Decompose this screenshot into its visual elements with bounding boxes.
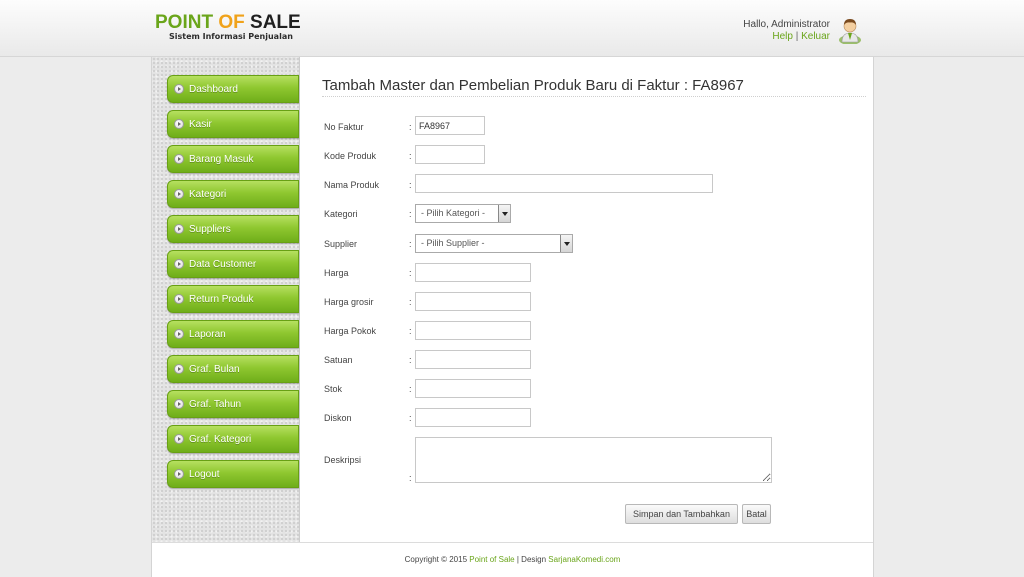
- page-footer: Copyright © 2015 Point of Sale | Design …: [152, 542, 873, 577]
- sidebar: Dashboard Kasir Barang Masuk Kategori Su…: [152, 57, 300, 542]
- field-colon: :: [409, 209, 412, 219]
- sidebar-item-barang-masuk[interactable]: Barang Masuk: [167, 145, 299, 173]
- deskripsi-textarea[interactable]: [415, 437, 772, 483]
- sidebar-item-label: Kasir: [189, 119, 212, 130]
- harga-grosir-label: Harga grosir: [324, 297, 374, 307]
- user-links-separator: |: [795, 31, 799, 42]
- field-colon: :: [409, 384, 412, 394]
- sidebar-item-return-produk[interactable]: Return Produk: [167, 285, 299, 313]
- kategori-select[interactable]: - Pilih Kategori -: [415, 204, 511, 223]
- sidebar-item-label: Dashboard: [189, 84, 238, 95]
- sidebar-item-label: Barang Masuk: [189, 154, 254, 165]
- main-container: Dashboard Kasir Barang Masuk Kategori Su…: [151, 57, 874, 577]
- satuan-label: Satuan: [324, 355, 353, 365]
- field-colon: :: [409, 122, 412, 132]
- save-and-add-button[interactable]: Simpan dan Tambahkan: [625, 504, 738, 524]
- sidebar-item-kasir[interactable]: Kasir: [167, 110, 299, 138]
- arrow-bullet-icon: [174, 119, 184, 129]
- arrow-bullet-icon: [174, 189, 184, 199]
- sidebar-item-label: Laporan: [189, 329, 226, 340]
- arrow-bullet-icon: [174, 399, 184, 409]
- kode-produk-label: Kode Produk: [324, 151, 377, 161]
- cancel-button[interactable]: Batal: [742, 504, 771, 524]
- sidebar-item-graf-bulan[interactable]: Graf. Bulan: [167, 355, 299, 383]
- sidebar-item-label: Return Produk: [189, 294, 254, 305]
- arrow-bullet-icon: [174, 259, 184, 269]
- sidebar-item-graf-kategori[interactable]: Graf. Kategori: [167, 425, 299, 453]
- sidebar-item-kategori[interactable]: Kategori: [167, 180, 299, 208]
- kategori-label: Kategori: [324, 209, 358, 219]
- sidebar-item-dashboard[interactable]: Dashboard: [167, 75, 299, 103]
- logout-link[interactable]: Keluar: [801, 31, 830, 42]
- kode-produk-field[interactable]: [415, 145, 485, 164]
- logo-word-of: OF: [218, 12, 245, 33]
- diskon-field[interactable]: [415, 408, 531, 427]
- arrow-bullet-icon: [174, 434, 184, 444]
- sidebar-item-label: Logout: [189, 469, 220, 480]
- field-colon: :: [409, 413, 412, 423]
- sidebar-item-data-customer[interactable]: Data Customer: [167, 250, 299, 278]
- arrow-bullet-icon: [174, 469, 184, 479]
- user-avatar-icon: [839, 19, 861, 44]
- arrow-bullet-icon: [174, 364, 184, 374]
- deskripsi-label: Deskripsi: [324, 455, 362, 465]
- sidebar-item-label: Suppliers: [189, 224, 231, 235]
- footer-copyright: Copyright © 2015: [404, 555, 468, 564]
- harga-label: Harga: [324, 268, 349, 278]
- footer-app-link[interactable]: Point of Sale: [469, 555, 514, 564]
- sidebar-item-suppliers[interactable]: Suppliers: [167, 215, 299, 243]
- field-colon: :: [409, 355, 412, 365]
- nama-produk-label: Nama Produk: [324, 180, 380, 190]
- chevron-down-icon: [498, 205, 510, 222]
- stok-label: Stok: [324, 384, 343, 394]
- footer-designer-link[interactable]: SarjanaKomedi.com: [548, 555, 620, 564]
- user-greeting: Hallo, Administrator: [743, 19, 830, 30]
- logo-word-point: POINT: [155, 12, 214, 33]
- field-colon: :: [409, 239, 412, 249]
- harga-pokok-field[interactable]: [415, 321, 531, 340]
- harga-field[interactable]: [415, 263, 531, 282]
- sidebar-item-logout[interactable]: Logout: [167, 460, 299, 488]
- field-colon: :: [409, 473, 412, 483]
- harga-pokok-label: Harga Pokok: [324, 326, 377, 336]
- sidebar-item-graf-tahun[interactable]: Graf. Tahun: [167, 390, 299, 418]
- arrow-bullet-icon: [174, 294, 184, 304]
- supplier-select[interactable]: - Pilih Supplier -: [415, 234, 573, 253]
- sidebar-item-label: Data Customer: [189, 259, 257, 270]
- sidebar-item-label: Graf. Bulan: [189, 364, 240, 375]
- top-header: POINT OF SALE Sistem Informasi Penjualan…: [0, 0, 1024, 57]
- sidebar-item-label: Kategori: [189, 189, 227, 200]
- stok-field[interactable]: [415, 379, 531, 398]
- footer-design-text: | Design: [516, 555, 547, 564]
- field-colon: :: [409, 297, 412, 307]
- field-colon: :: [409, 151, 412, 161]
- no-faktur-field[interactable]: [415, 116, 485, 135]
- kategori-selected-value: - Pilih Kategori -: [421, 208, 486, 218]
- field-colon: :: [409, 180, 412, 190]
- sidebar-item-label: Graf. Tahun: [189, 399, 242, 410]
- no-faktur-label: No Faktur: [324, 122, 364, 132]
- app-logo[interactable]: POINT OF SALE: [155, 13, 301, 33]
- arrow-bullet-icon: [174, 224, 184, 234]
- chevron-down-icon: [560, 235, 572, 252]
- supplier-label: Supplier: [324, 239, 358, 249]
- harga-grosir-field[interactable]: [415, 292, 531, 311]
- app-subtitle: Sistem Informasi Penjualan: [169, 32, 293, 41]
- page-title: Tambah Master dan Pembelian Produk Baru …: [322, 77, 866, 97]
- field-colon: :: [409, 326, 412, 336]
- user-links: Help | Keluar: [772, 31, 830, 42]
- sidebar-item-label: Graf. Kategori: [189, 434, 252, 445]
- satuan-field[interactable]: [415, 350, 531, 369]
- arrow-bullet-icon: [174, 329, 184, 339]
- arrow-bullet-icon: [174, 154, 184, 164]
- logo-word-sale: SALE: [250, 12, 301, 33]
- sidebar-item-laporan[interactable]: Laporan: [167, 320, 299, 348]
- supplier-selected-value: - Pilih Supplier -: [421, 238, 485, 248]
- nama-produk-field[interactable]: [415, 174, 713, 193]
- help-link[interactable]: Help: [772, 31, 793, 42]
- field-colon: :: [409, 268, 412, 278]
- diskon-label: Diskon: [324, 413, 352, 423]
- arrow-bullet-icon: [174, 84, 184, 94]
